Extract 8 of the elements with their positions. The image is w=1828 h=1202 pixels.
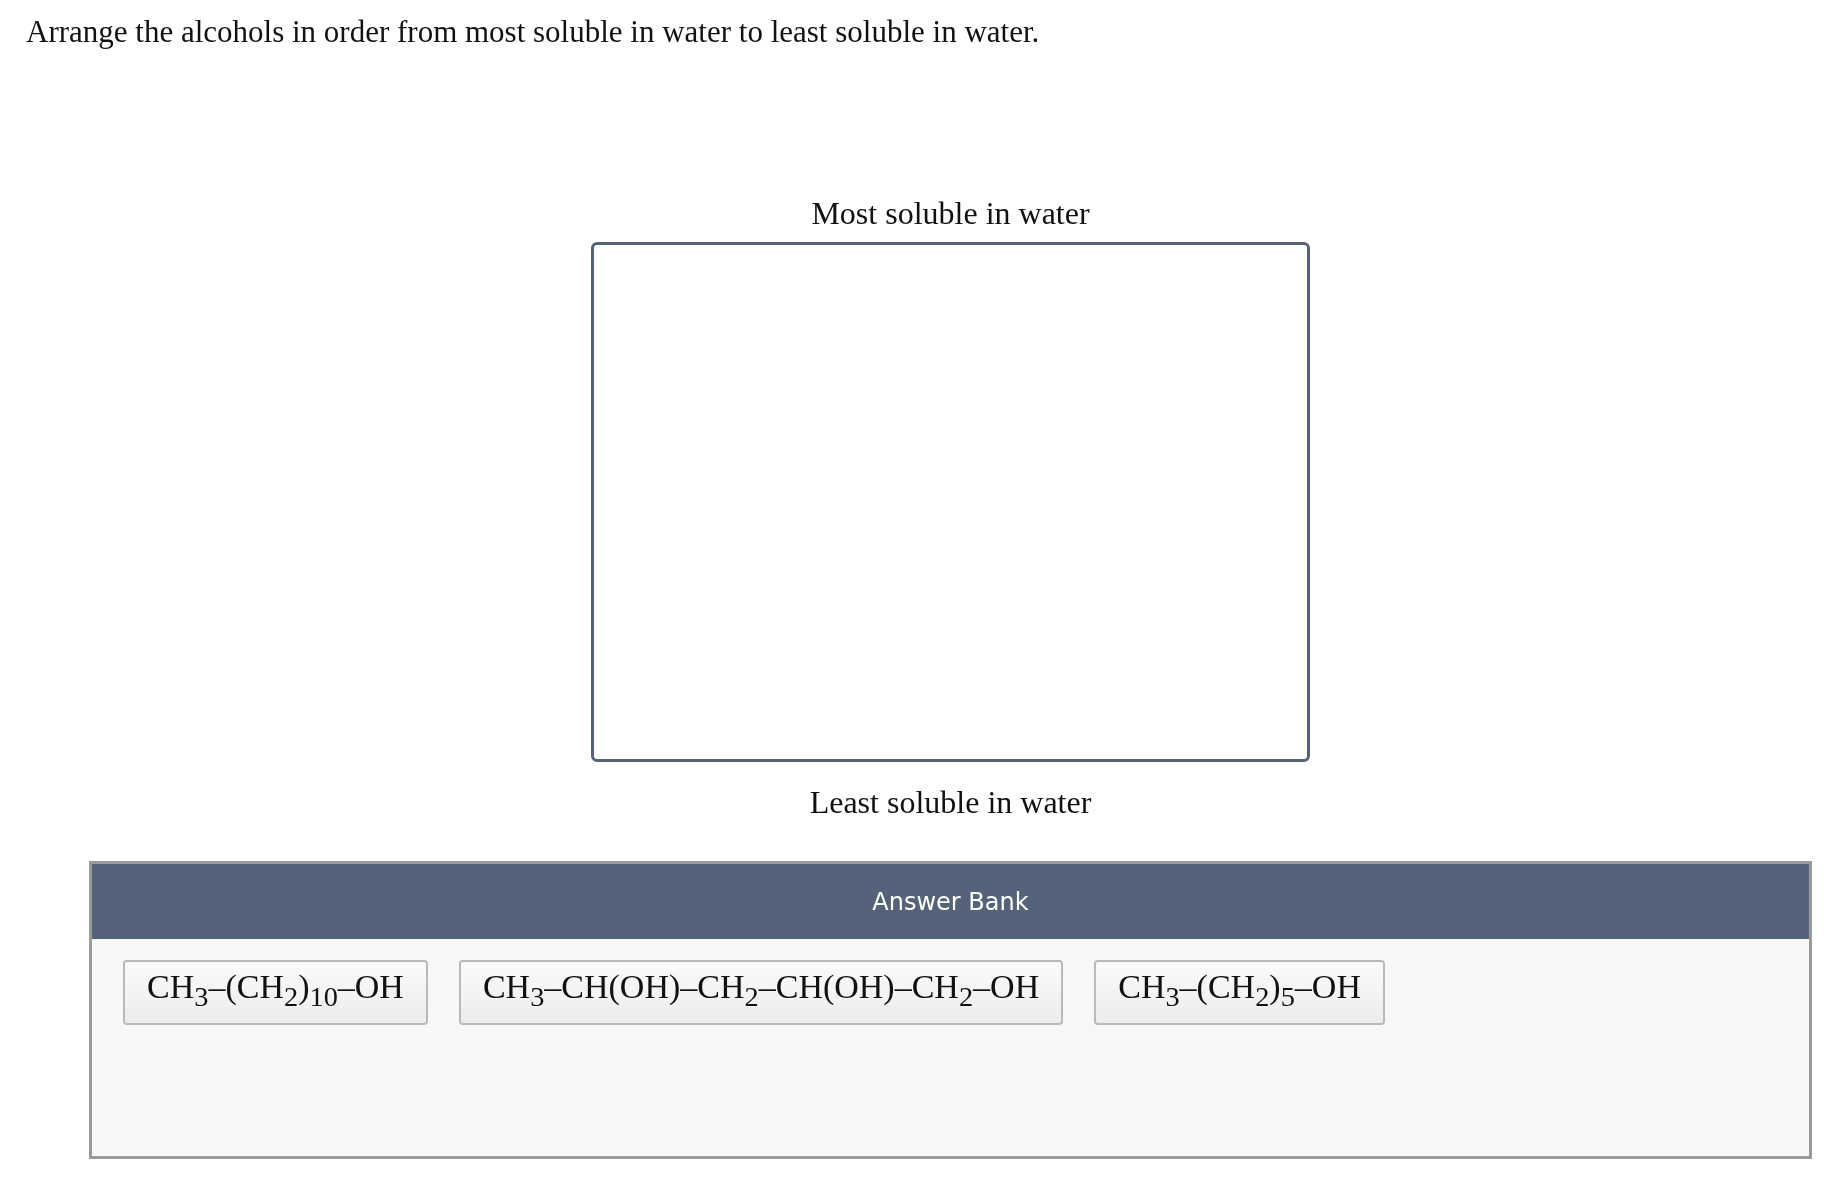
answer-chip[interactable]: CH$_{3}$–CH(OH)–CH$_{2}$–CH(OH)–CH$_{2}$–OH [458,960,1064,1025]
rank-label: Most soluble in water [811,195,1090,232]
answer-bank-title: Answer Bank [872,887,1029,916]
answer-chip[interactable]: CH$_{3}$–(CH$_{2}$)$_{5}$–OH [1094,960,1385,1025]
rank-label: Least soluble in water [809,784,1092,821]
question-text: Arrange the alcohols in order from most soluble in water to least soluble in water. [25,13,1041,50]
drop-zone[interactable] [591,242,1310,762]
answer-chip[interactable]: CH$_{3}$–(CH$_{2}$)$_{10}$–OH [123,960,428,1025]
